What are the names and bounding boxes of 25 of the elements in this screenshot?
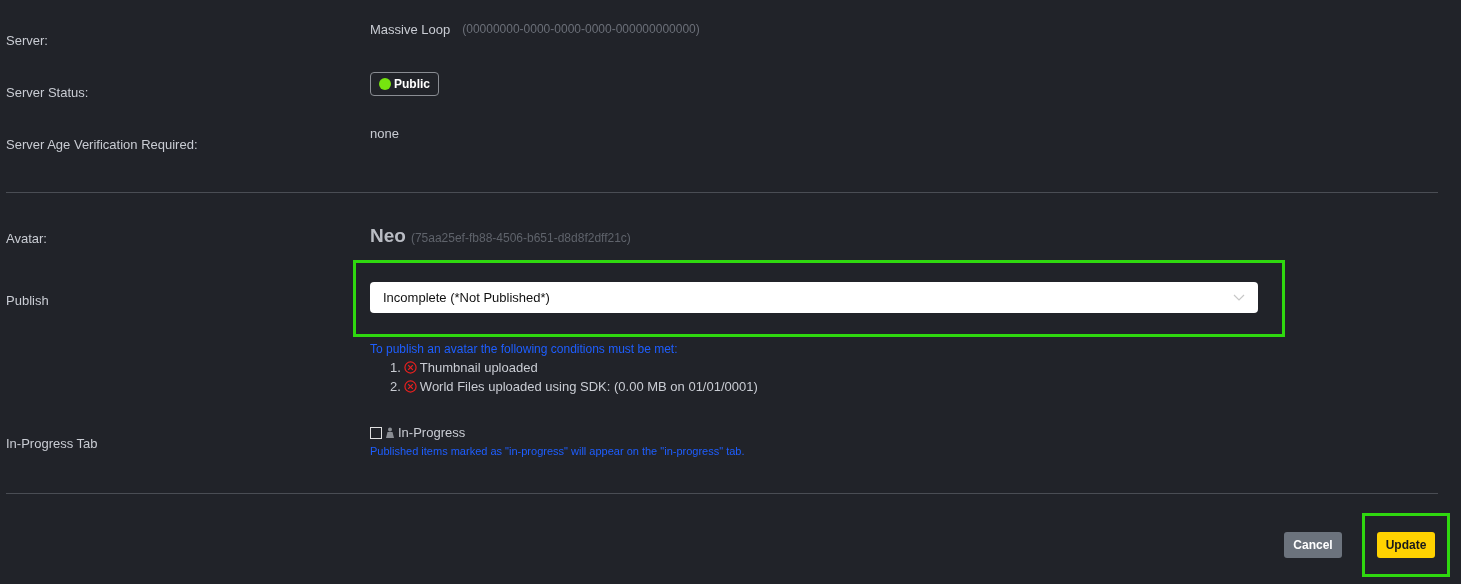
field-label: Server Status: xyxy=(6,85,89,100)
publish-select[interactable]: Incomplete (*Not Published*) xyxy=(370,282,1258,313)
list-number: 2. xyxy=(390,377,401,396)
field-label: Server: xyxy=(6,33,48,48)
condition-text: Thumbnail uploaded xyxy=(419,358,538,377)
avatar-id: (75aa25ef-fb88-4506-b651-d8d8f2dff21c) xyxy=(410,229,631,247)
list-number: 1. xyxy=(390,358,401,377)
avatar-name: Neo xyxy=(370,223,406,248)
field-label: Avatar: xyxy=(6,231,47,246)
checkbox-label: In-Progress xyxy=(398,424,466,442)
condition-text: World Files uploaded using SDK: (0.00 MB on 01/01/0001) xyxy=(419,377,758,396)
field-label: In-Progress Tab xyxy=(6,436,98,451)
server-id: (00000000-0000-0000-0000-000000000000) xyxy=(462,21,700,38)
field-label: Publish xyxy=(6,293,49,308)
person-icon xyxy=(386,427,394,439)
checkbox[interactable] xyxy=(370,426,382,439)
server-name: Massive Loop xyxy=(370,21,451,39)
help-text: Published items marked as "in-progress" will appear on the "in-progress" tab. xyxy=(370,443,745,459)
publish-note: To publish an avatar the following conditions must be met: xyxy=(370,341,679,358)
update-button[interactable]: Update xyxy=(1376,532,1436,558)
field-label: Server Age Verification Required: xyxy=(6,137,198,152)
chevron-down-icon xyxy=(1233,294,1245,301)
cancel-button[interactable]: Cancel xyxy=(1284,532,1342,558)
age-verification-value: none xyxy=(370,125,399,143)
status-badge: Public xyxy=(370,72,439,96)
